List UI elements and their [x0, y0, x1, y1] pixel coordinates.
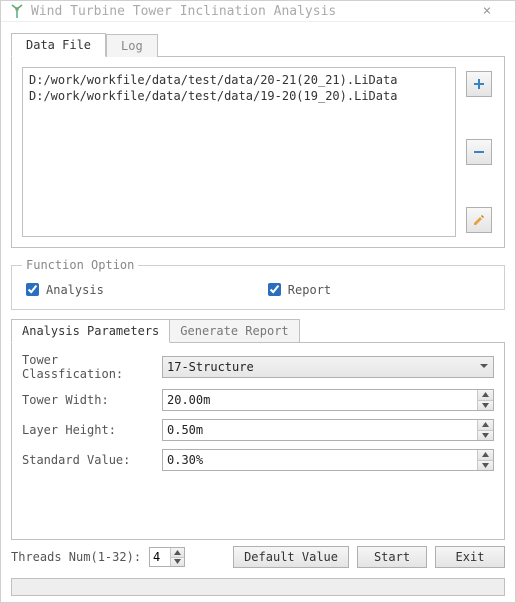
tower-classification-combo[interactable]: 17-Structure	[162, 356, 494, 378]
default-value-button[interactable]: Default Value	[233, 546, 349, 568]
exit-button[interactable]: Exit	[435, 546, 505, 568]
standard-value-value: 0.30%	[167, 453, 203, 467]
tower-width-label: Tower Width:	[22, 393, 162, 407]
tower-classification-label: Tower Classfication:	[22, 353, 162, 381]
layer-height-input[interactable]: 0.50m	[162, 419, 494, 441]
function-option-legend: Function Option	[22, 258, 138, 272]
tab-analysis-parameters-label: Analysis Parameters	[22, 324, 159, 338]
tab-data-file[interactable]: Data File	[11, 33, 106, 57]
tab-generate-report-label: Generate Report	[180, 324, 288, 338]
progress-bar	[11, 578, 505, 596]
tab-data-file-label: Data File	[26, 38, 91, 52]
tab-log[interactable]: Log	[106, 34, 158, 57]
add-file-button[interactable]	[466, 71, 492, 97]
tab-log-label: Log	[121, 39, 143, 53]
spin-down-button[interactable]	[478, 431, 493, 441]
start-label: Start	[374, 550, 410, 564]
report-checkbox[interactable]	[268, 283, 281, 296]
tower-width-input[interactable]: 20.00m	[162, 389, 494, 411]
list-item[interactable]: D:/work/workfile/data/test/data/20-21(20…	[29, 72, 449, 88]
analysis-label-text: Analysis	[46, 283, 104, 297]
tab-generate-report[interactable]: Generate Report	[170, 319, 299, 343]
close-button[interactable]: ×	[467, 3, 507, 19]
analysis-parameters-page: Tower Classfication: 17-Structure Tower …	[11, 342, 505, 540]
analysis-checkbox-label[interactable]: Analysis	[22, 280, 104, 299]
main-tabs: Data File Log	[11, 32, 505, 56]
threads-value: 4	[153, 550, 160, 564]
file-buttons	[464, 67, 494, 237]
minus-icon	[472, 145, 486, 159]
tab-analysis-parameters[interactable]: Analysis Parameters	[11, 319, 170, 343]
standard-value-input[interactable]: 0.30%	[162, 449, 494, 471]
edit-file-button[interactable]	[466, 207, 492, 233]
spin-down-button[interactable]	[478, 401, 493, 411]
titlebar: Wind Turbine Tower Inclination Analysis …	[1, 1, 515, 22]
layer-height-label: Layer Height:	[22, 423, 162, 437]
exit-label: Exit	[456, 550, 485, 564]
standard-value-label: Standard Value:	[22, 453, 162, 467]
tower-width-value: 20.00m	[167, 393, 210, 407]
report-label-text: Report	[288, 283, 331, 297]
app-icon	[9, 3, 25, 19]
threads-input[interactable]: 4	[149, 547, 185, 567]
function-option-group: Function Option Analysis Report	[11, 258, 505, 310]
plus-icon	[472, 77, 486, 91]
file-list[interactable]: D:/work/workfile/data/test/data/20-21(20…	[22, 67, 456, 237]
list-item[interactable]: D:/work/workfile/data/test/data/19-20(19…	[29, 88, 449, 104]
layer-height-value: 0.50m	[167, 423, 203, 437]
chevron-down-icon	[479, 360, 489, 374]
pencil-icon	[472, 213, 486, 227]
data-file-page: D:/work/workfile/data/test/data/20-21(20…	[11, 56, 505, 248]
threads-label: Threads Num(1-32):	[11, 550, 141, 564]
spin-up-button[interactable]	[171, 548, 184, 558]
param-tabs: Analysis Parameters Generate Report	[11, 318, 505, 342]
start-button[interactable]: Start	[357, 546, 427, 568]
client-area: Data File Log D:/work/workfile/data/test…	[1, 22, 515, 602]
bottom-bar: Threads Num(1-32): 4 Default Value Start…	[11, 540, 505, 574]
spin-up-button[interactable]	[478, 420, 493, 431]
spin-down-button[interactable]	[171, 558, 184, 567]
window-title: Wind Turbine Tower Inclination Analysis	[31, 4, 467, 19]
spin-up-button[interactable]	[478, 450, 493, 461]
wind-turbine-dialog: Wind Turbine Tower Inclination Analysis …	[0, 0, 516, 603]
spin-down-button[interactable]	[478, 461, 493, 471]
spin-up-button[interactable]	[478, 390, 493, 401]
analysis-checkbox[interactable]	[26, 283, 39, 296]
default-value-label: Default Value	[244, 550, 338, 564]
tower-classification-value: 17-Structure	[167, 360, 254, 374]
remove-file-button[interactable]	[466, 139, 492, 165]
report-checkbox-label[interactable]: Report	[264, 280, 331, 299]
